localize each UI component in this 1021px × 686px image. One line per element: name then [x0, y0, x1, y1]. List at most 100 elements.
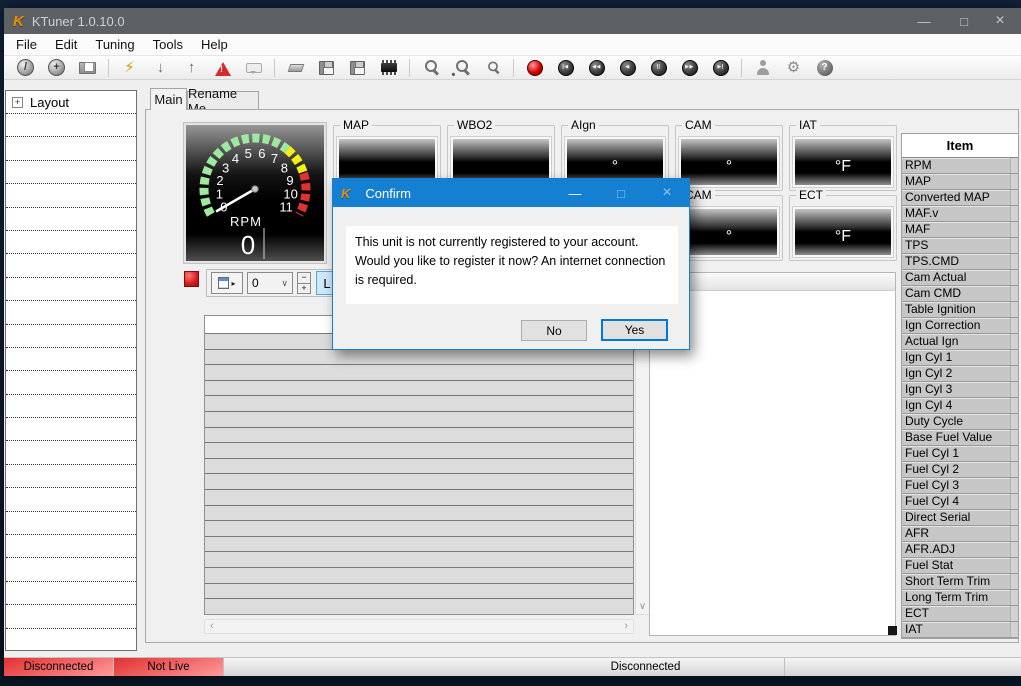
tune-table-row[interactable]: [205, 381, 633, 397]
skip-end-icon[interactable]: ▶|: [705, 57, 736, 79]
fast-rewind-icon[interactable]: ◀◀: [581, 57, 612, 79]
item-row-afr-adj[interactable]: AFR.ADJ: [902, 542, 1018, 558]
tune-table-row[interactable]: [205, 568, 633, 584]
settings-icon[interactable]: ⚙: [778, 57, 809, 79]
step-back-icon[interactable]: ◀: [612, 57, 643, 79]
tune-table-row[interactable]: [205, 537, 633, 553]
item-row-fuel-cyl-3[interactable]: Fuel Cyl 3: [902, 478, 1018, 494]
zoom-icon[interactable]: [415, 57, 446, 79]
item-row-ign-cyl-1[interactable]: Ign Cyl 1: [902, 350, 1018, 366]
item-row-rpm[interactable]: RPM: [902, 158, 1018, 174]
tree-expand-button[interactable]: +: [12, 97, 23, 108]
close-button[interactable]: ×: [983, 8, 1017, 34]
stepper-plus-button[interactable]: +: [297, 283, 311, 295]
yes-button[interactable]: Yes: [601, 319, 668, 341]
zoom-out-icon[interactable]: [477, 57, 508, 79]
item-row-short-term-trim[interactable]: Short Term Trim: [902, 574, 1018, 590]
tree-item-layout[interactable]: + Layout: [6, 91, 136, 114]
tune-table-row[interactable]: [205, 584, 633, 600]
tune-table-row[interactable]: [205, 365, 633, 381]
scroll-left-icon[interactable]: ‹: [210, 621, 214, 632]
menu-edit[interactable]: Edit: [46, 34, 86, 55]
minimize-button[interactable]: —: [907, 8, 941, 34]
item-row-ect[interactable]: ECT: [902, 606, 1018, 622]
table-select-button[interactable]: ▸: [211, 272, 243, 294]
warning-icon[interactable]: !: [207, 57, 238, 79]
zoom-select-icon[interactable]: •: [446, 57, 477, 79]
skip-start-icon[interactable]: |◀: [550, 57, 581, 79]
item-row-converted-map[interactable]: Converted MAP: [902, 190, 1018, 206]
item-row-actual-ign[interactable]: Actual Ign: [902, 334, 1018, 350]
item-row-cam-actual[interactable]: Cam Actual: [902, 270, 1018, 286]
menu-file[interactable]: File: [7, 34, 46, 55]
item-row-fuel-stat[interactable]: Fuel Stat: [902, 558, 1018, 574]
upload-icon[interactable]: ↑: [176, 57, 207, 79]
pause-icon[interactable]: ||: [643, 57, 674, 79]
tune-table-row[interactable]: [205, 396, 633, 412]
item-row-maf[interactable]: MAF: [902, 222, 1018, 238]
item-row-fuel-cyl-4[interactable]: Fuel Cyl 4: [902, 494, 1018, 510]
scroll-right-icon[interactable]: ›: [624, 621, 628, 632]
save-icon[interactable]: [311, 57, 342, 79]
dialog-minimize-button[interactable]: —: [555, 179, 595, 207]
table-horizontal-scrollbar[interactable]: ‹ ›: [204, 619, 634, 634]
flash-unit-icon[interactable]: ⚡: [114, 57, 145, 79]
download-icon[interactable]: ↓: [145, 57, 176, 79]
tune-table-grid[interactable]: [204, 315, 634, 615]
layout-tree-panel[interactable]: + Layout: [5, 90, 137, 651]
datalist-panel[interactable]: Item RPMMAPConverted MAPMAF.vMAFTPSTPS.C…: [901, 133, 1019, 639]
dialog-maximize-button[interactable]: □: [601, 179, 641, 207]
open-file-icon[interactable]: [72, 57, 103, 79]
dialog-close-button[interactable]: ×: [647, 179, 687, 207]
item-row-table-ignition[interactable]: Table Ignition: [902, 302, 1018, 318]
ecu-chip-icon[interactable]: [373, 57, 404, 79]
gear-select-dropdown[interactable]: 0 ∨: [247, 272, 293, 294]
menu-tools[interactable]: Tools: [144, 34, 192, 55]
tab-main[interactable]: Main: [150, 88, 187, 110]
tune-table-row[interactable]: [205, 552, 633, 568]
item-row-cam-cmd[interactable]: Cam CMD: [902, 286, 1018, 302]
tune-table-row[interactable]: [205, 443, 633, 459]
disconnect-icon[interactable]: /: [10, 57, 41, 79]
item-row-direct-serial[interactable]: Direct Serial: [902, 510, 1018, 526]
item-row-map[interactable]: MAP: [902, 174, 1018, 190]
item-row-fuel-cyl-2[interactable]: Fuel Cyl 2: [902, 462, 1018, 478]
record-icon[interactable]: [519, 57, 550, 79]
item-row-base-fuel-value[interactable]: Base Fuel Value: [902, 430, 1018, 446]
item-row-fuel-cyl-1[interactable]: Fuel Cyl 1: [902, 446, 1018, 462]
item-row-ign-cyl-3[interactable]: Ign Cyl 3: [902, 382, 1018, 398]
menu-tuning[interactable]: Tuning: [86, 34, 143, 55]
fast-forward-icon[interactable]: ▶▶: [674, 57, 705, 79]
menu-help[interactable]: Help: [192, 34, 237, 55]
connect-icon[interactable]: +: [41, 57, 72, 79]
tune-table[interactable]: ∨: [204, 315, 650, 615]
item-row-duty-cycle[interactable]: Duty Cycle: [902, 414, 1018, 430]
table-vertical-scrollbar[interactable]: ∨: [635, 315, 650, 615]
item-row-afr[interactable]: AFR: [902, 526, 1018, 542]
tune-table-row[interactable]: [205, 350, 633, 366]
tune-table-row[interactable]: [205, 412, 633, 428]
tune-table-row[interactable]: [205, 521, 633, 537]
item-row-long-term-trim[interactable]: Long Term Trim: [902, 590, 1018, 606]
tune-table-row[interactable]: [205, 428, 633, 444]
tune-table-row[interactable]: [205, 474, 633, 490]
item-row-tps-cmd[interactable]: TPS.CMD: [902, 254, 1018, 270]
scroll-down-icon[interactable]: ∨: [639, 601, 646, 612]
no-button[interactable]: No: [521, 320, 587, 341]
tune-table-row[interactable]: [205, 459, 633, 475]
item-row-ign-cyl-4[interactable]: Ign Cyl 4: [902, 398, 1018, 414]
tab-rename-me[interactable]: Rename Me: [187, 91, 259, 110]
item-row-iat[interactable]: IAT: [902, 622, 1018, 638]
resize-grip[interactable]: [888, 626, 897, 635]
item-row-maf-v[interactable]: MAF.v: [902, 206, 1018, 222]
user-account-icon[interactable]: [747, 57, 778, 79]
item-row-ign-cyl-2[interactable]: Ign Cyl 2: [902, 366, 1018, 382]
save-import-icon[interactable]: →: [342, 57, 373, 79]
item-row-tps[interactable]: TPS: [902, 238, 1018, 254]
tune-table-row[interactable]: [205, 506, 633, 522]
comment-icon[interactable]: [238, 57, 269, 79]
title-bar[interactable]: K KTuner 1.0.10.0 — □ ×: [4, 8, 1021, 34]
help-icon[interactable]: ?: [809, 57, 840, 79]
maximize-button[interactable]: □: [947, 8, 981, 34]
erase-icon[interactable]: [280, 57, 311, 79]
